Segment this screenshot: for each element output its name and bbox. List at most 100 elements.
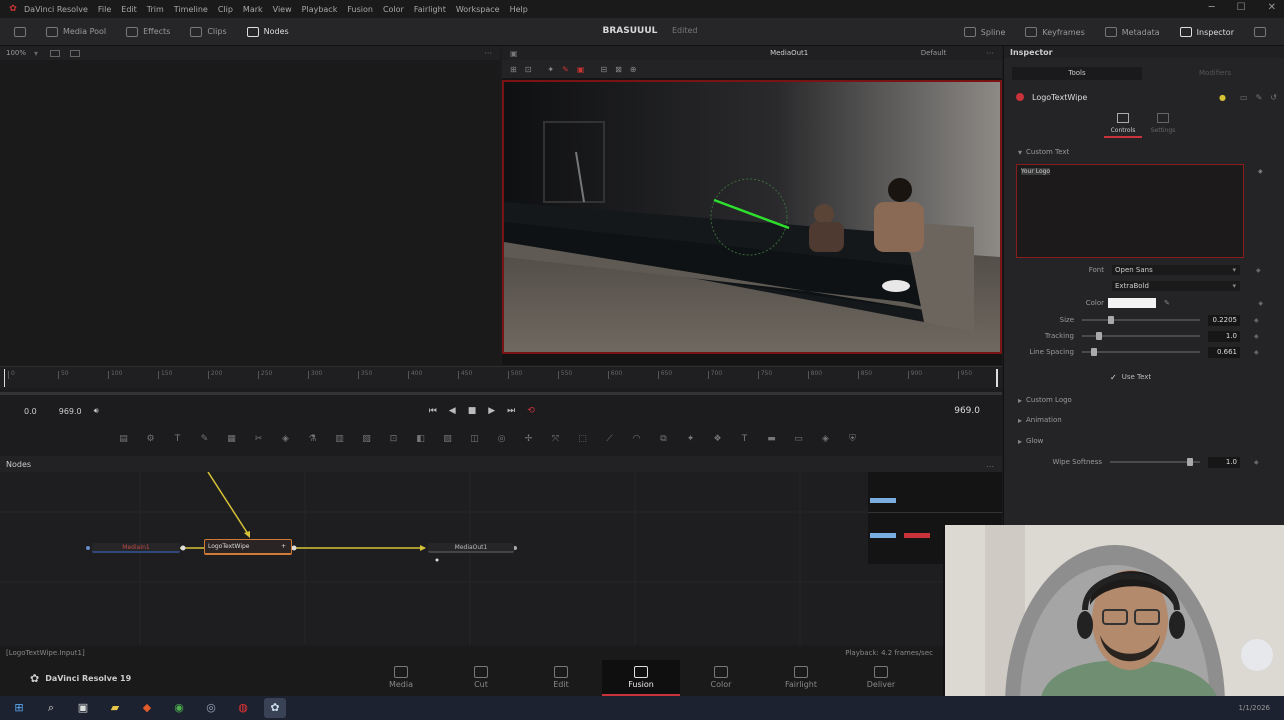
menu-fairlight[interactable]: Fairlight [414,5,446,14]
size-input[interactable]: 0.2205 [1208,314,1240,326]
page-deliver[interactable]: Deliver [842,660,920,696]
keyframe-dot-icon[interactable]: ◆ [1256,267,1261,274]
keyframe-dot-icon[interactable]: ◆ [1254,333,1259,340]
keyframe-dot-icon[interactable]: ◆ [1254,349,1259,356]
spline-button[interactable]: Spline [954,27,1016,37]
tab-settings[interactable]: Settings [1144,112,1182,138]
keyframe-dot-icon[interactable]: ◆ [1254,459,1259,466]
video-frame[interactable] [502,80,1002,354]
left-viewer-zoom[interactable]: 100% [6,49,26,57]
node-enable-icon[interactable] [1016,93,1024,101]
wipe-softness-slider[interactable] [1110,458,1200,466]
tool-icon[interactable]: ✎ [195,434,214,444]
tool-icon[interactable]: ⛨ [843,434,862,444]
right-viewer-menu-icon[interactable]: ··· [986,49,994,58]
grid-icon[interactable]: ⊠ [615,65,622,74]
stop-icon[interactable]: ■ [468,406,477,416]
expand-icon[interactable]: ▸ [1018,416,1022,425]
tool-icon[interactable]: ❖ [708,434,727,444]
scrub-bar[interactable] [0,392,1002,395]
tool-icon[interactable]: T [168,434,187,444]
node-color-icon[interactable]: ● [1219,93,1226,102]
menu-workspace[interactable]: Workspace [456,5,500,14]
go-to-end-icon[interactable]: ⏭︎ [507,406,515,416]
line-spacing-input[interactable]: 0.661 [1208,346,1240,358]
node-expand-icon[interactable]: + [281,540,286,554]
font-dropdown[interactable]: Open Sans ▾ [1112,265,1240,275]
clock[interactable]: 1/1/2026 [1239,704,1270,712]
guides-icon[interactable]: ⊕ [630,65,637,74]
keyframe-dot-icon[interactable]: ◆ [1258,168,1263,175]
tool-icon[interactable]: T [735,434,754,444]
tool-icon[interactable]: ◈ [816,434,835,444]
reset-icon[interactable]: ↺ [1270,93,1277,102]
render-start-field[interactable]: 0.0 [24,407,37,416]
size-slider[interactable] [1082,316,1200,324]
windows-start-icon[interactable]: ⊞ [8,698,30,718]
tracking-slider-knob[interactable] [1096,332,1103,340]
resolve-taskbar-icon[interactable]: ✿ [264,698,286,718]
menu-timeline[interactable]: Timeline [174,5,208,14]
text-input[interactable]: Your Logo [1016,164,1244,258]
tool-icon[interactable]: ⊡ [384,434,403,444]
tool-icon[interactable]: ✦ [681,434,700,444]
menu-trim[interactable]: Trim [147,5,164,14]
tool-icon[interactable]: ▬ [762,434,781,444]
media-out-node[interactable]: MediaOut1 [428,543,514,553]
keyframe-dot-icon[interactable]: ◆ [1258,300,1263,307]
maximize-icon[interactable]: ☐ [1237,2,1246,13]
tool-icon[interactable]: ✢ [519,434,538,444]
menu-file[interactable]: File [98,5,111,14]
tracking-slider[interactable] [1082,332,1200,340]
font-style-dropdown[interactable]: ExtraBold ▾ [1112,281,1240,291]
tool-icon[interactable]: ▧ [357,434,376,444]
playhead-start-marker[interactable] [4,369,5,387]
brave-browser-icon[interactable]: ◆ [136,698,158,718]
menu-davinci[interactable]: DaVinci Resolve [24,5,88,14]
close-icon[interactable]: ✕ [1268,2,1276,13]
tab-tools[interactable]: Tools [1012,66,1142,80]
viewer-select-icon[interactable]: ▣ [510,49,518,58]
tool-icon[interactable]: ◠ [627,434,646,444]
node-editor[interactable]: MediaIn1 LogoTextWipe + MediaOut1 [0,472,1002,645]
tool-icon[interactable]: ⚙ [141,434,160,444]
section-glow[interactable]: Glow [1026,437,1043,445]
page-fairlight[interactable]: Fairlight [762,660,840,696]
sidebar-toggle-button[interactable] [0,26,36,37]
loop-icon[interactable]: ⟲ [527,406,535,416]
version-icon[interactable]: ▭ [1240,93,1248,102]
media-in-node[interactable]: MediaIn1 [92,543,180,553]
nodes-button[interactable]: Nodes [237,26,299,37]
audio-icon[interactable]: 🔊︎ [94,406,99,416]
file-explorer-icon[interactable]: ▰ [104,698,126,718]
align-icon[interactable]: ⊟ [600,65,607,74]
eyedropper-icon[interactable]: ✎ [1164,299,1170,307]
left-viewer-menu-icon[interactable]: ··· [484,49,492,58]
color-swatch[interactable] [1108,298,1156,308]
play-forward-icon[interactable]: ▶ [488,406,495,416]
tab-modifiers[interactable]: Modifiers [1150,67,1280,80]
expand-icon[interactable]: ▸ [1018,437,1022,446]
tool-icon[interactable]: ▥ [330,434,349,444]
page-cut[interactable]: Cut [442,660,520,696]
page-edit[interactable]: Edit [522,660,600,696]
go-to-start-icon[interactable]: ⏮︎ [429,406,437,416]
mask-icon[interactable]: ▣ [577,65,585,74]
tool-icon[interactable]: ▨ [438,434,457,444]
section-animation[interactable]: Animation [1026,416,1062,424]
tool-icon[interactable]: ◧ [411,434,430,444]
logo-text-wipe-node[interactable]: LogoTextWipe + [204,539,292,555]
tool-icon[interactable]: ⬚ [573,434,592,444]
metadata-button[interactable]: Metadata [1095,27,1170,37]
current-frame-field[interactable]: 969.0 [954,406,980,416]
tool-icon[interactable]: ⚗ [303,434,322,444]
line-spacing-slider[interactable] [1082,348,1200,356]
menu-edit[interactable]: Edit [121,5,137,14]
time-ruler[interactable]: 0 50 100 150 200 250 300 350 400 450 500 550 600 650 7… [0,366,1002,388]
size-slider-knob[interactable] [1107,316,1114,324]
menu-playback[interactable]: Playback [302,5,338,14]
minimize-icon[interactable]: ─ [1209,2,1215,13]
pin-icon[interactable]: ✎ [1256,93,1263,102]
expand-icon[interactable]: ▸ [1018,396,1022,405]
tool-icon[interactable]: ▦ [222,434,241,444]
